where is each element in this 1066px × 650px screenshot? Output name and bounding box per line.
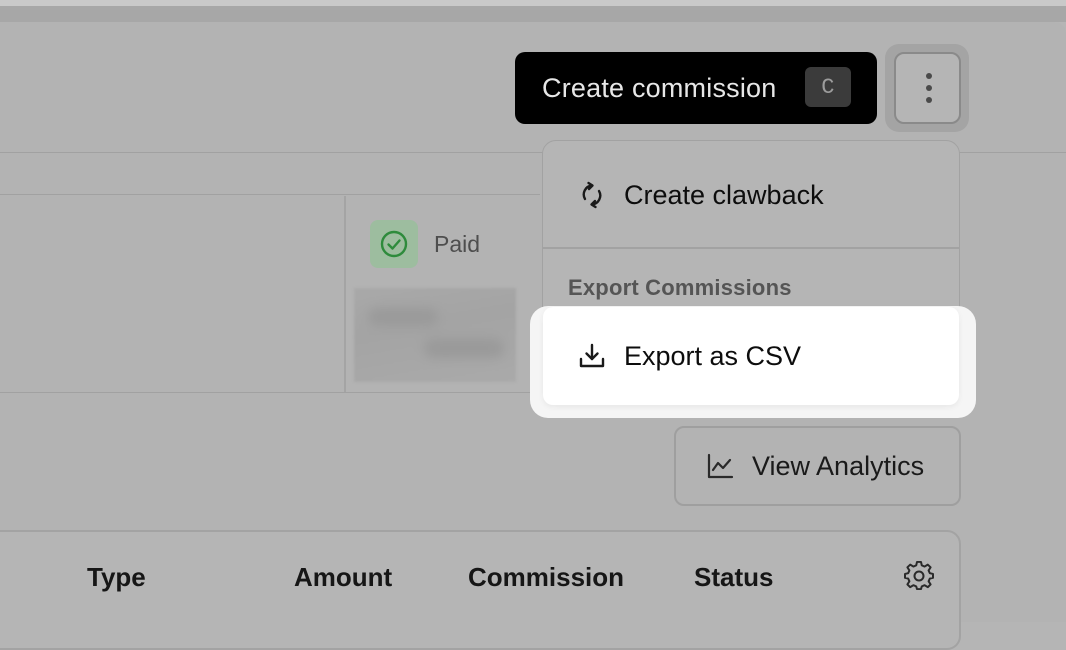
view-analytics-label: View Analytics <box>752 450 925 481</box>
window-top-bar <box>0 6 1066 22</box>
status-label-paid: Paid <box>434 231 481 257</box>
create-commission-label: Create commission <box>542 72 777 103</box>
column-header-amount[interactable]: Amount <box>294 562 392 593</box>
line-chart-icon <box>702 448 738 484</box>
more-options-button[interactable] <box>894 52 961 124</box>
create-commission-button[interactable]: Create commission C <box>515 52 877 124</box>
download-icon <box>574 338 610 374</box>
menu-item-export-csv[interactable]: Export as CSV <box>543 307 959 405</box>
card-top-border <box>0 194 540 195</box>
check-circle-icon <box>370 220 418 268</box>
menu-separator <box>543 247 959 249</box>
menu-item-create-clawback[interactable]: Create clawback <box>543 157 959 233</box>
column-header-type[interactable]: Type <box>87 562 146 593</box>
gear-icon[interactable] <box>903 560 935 592</box>
menu-item-label: Export as CSV <box>624 340 802 371</box>
card-column-divider <box>344 196 346 392</box>
shortcut-key-badge: C <box>805 67 851 107</box>
card-bottom-border <box>0 392 540 393</box>
menu-item-label: Create clawback <box>624 179 824 210</box>
column-header-commission[interactable]: Commission <box>468 562 624 593</box>
blurred-content <box>354 288 516 382</box>
refresh-icon <box>574 177 610 213</box>
view-analytics-button[interactable]: View Analytics <box>674 426 961 506</box>
menu-section-title: Export Commissions <box>568 275 792 300</box>
column-header-status[interactable]: Status <box>694 562 773 593</box>
